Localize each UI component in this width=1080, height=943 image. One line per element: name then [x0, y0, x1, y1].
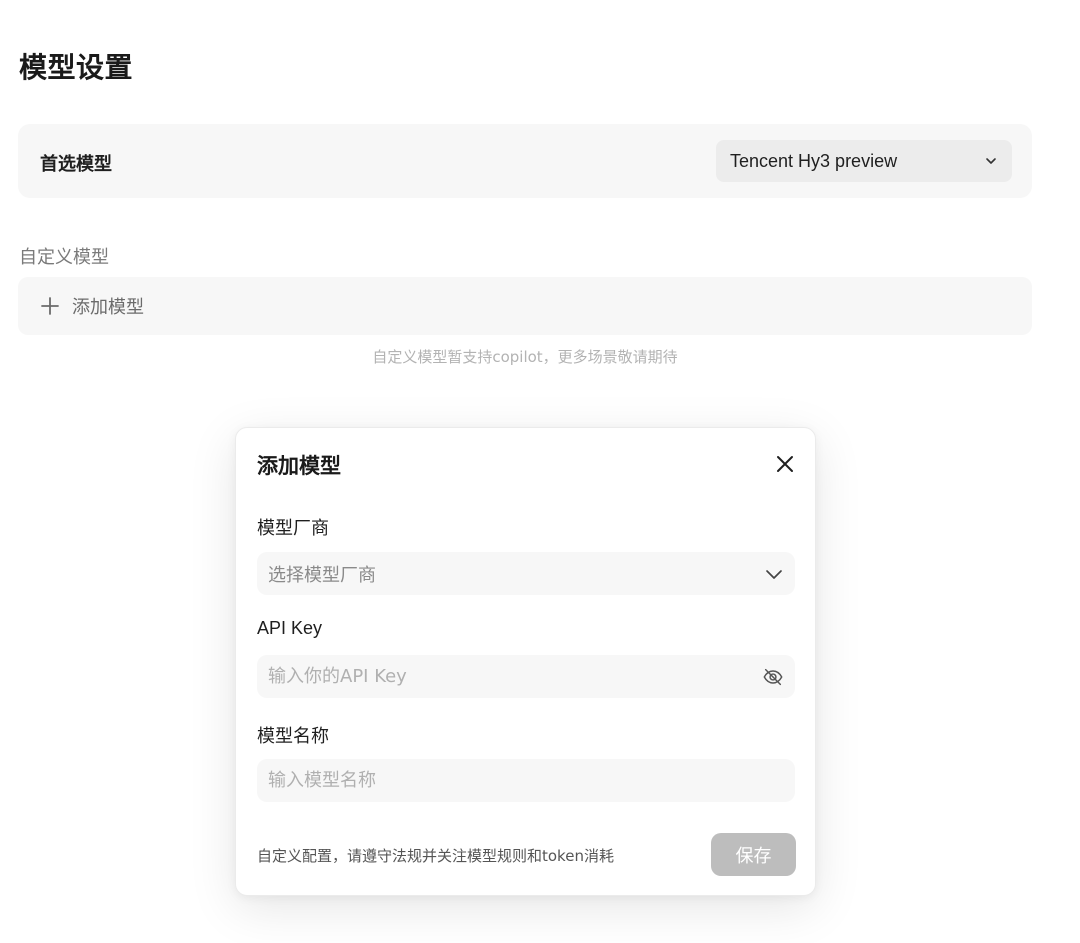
plus-icon: [41, 297, 59, 315]
api-key-input[interactable]: [268, 666, 762, 687]
footer-note: 自定义配置，请遵守法规并关注模型规则和token消耗: [257, 847, 614, 865]
add-model-button[interactable]: 添加模型: [18, 277, 1032, 335]
add-model-dialog: 添加模型 模型厂商 选择模型厂商 API Key 模型名称 自定义配置，请遵守法…: [235, 427, 816, 896]
api-key-field: [257, 655, 795, 698]
vendor-placeholder: 选择模型厂商: [268, 564, 376, 586]
close-icon: [777, 456, 793, 472]
page-title: 模型设置: [19, 51, 134, 84]
chevron-down-icon: [986, 158, 996, 164]
custom-models-label: 自定义模型: [19, 247, 109, 268]
close-button[interactable]: [773, 452, 797, 476]
save-button[interactable]: 保存: [711, 833, 796, 876]
preferred-model-select[interactable]: Tencent Hy3 preview: [716, 140, 1012, 182]
model-name-field: [257, 759, 795, 802]
model-name-label: 模型名称: [257, 726, 329, 747]
vendor-label: 模型厂商: [257, 518, 329, 539]
preferred-model-card: 首选模型 Tencent Hy3 preview: [18, 124, 1032, 198]
preferred-model-label: 首选模型: [40, 154, 112, 175]
vendor-select[interactable]: 选择模型厂商: [257, 552, 795, 595]
model-name-input[interactable]: [268, 770, 784, 791]
preferred-model-value: Tencent Hy3 preview: [730, 150, 898, 171]
custom-model-hint: 自定义模型暂支持copilot，更多场景敬请期待: [372, 348, 678, 366]
api-key-label: API Key: [257, 618, 323, 638]
eye-off-icon[interactable]: [762, 666, 784, 688]
add-model-label: 添加模型: [72, 297, 144, 318]
dialog-title: 添加模型: [257, 454, 341, 478]
chevron-down-icon: [766, 569, 782, 579]
